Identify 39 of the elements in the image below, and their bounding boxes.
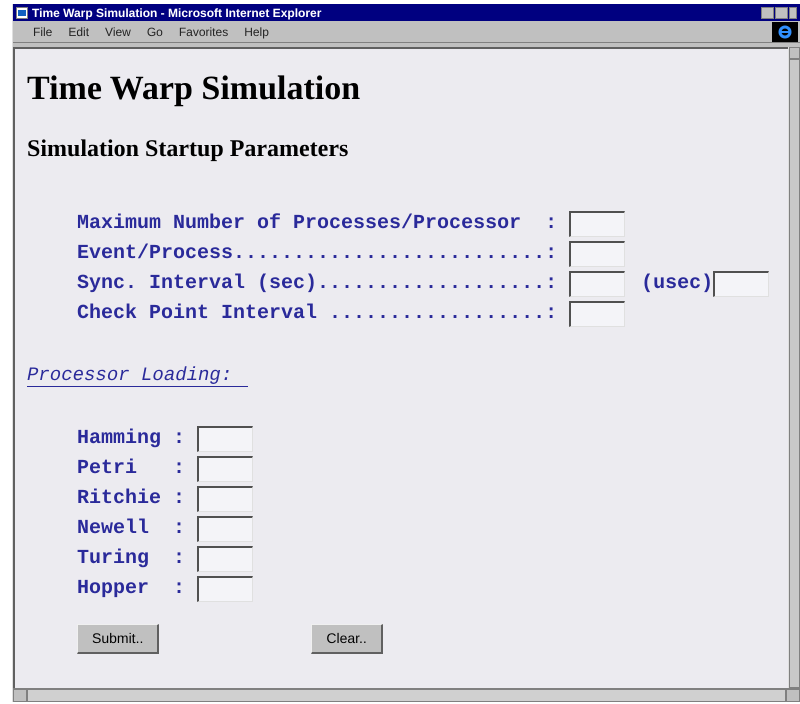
field-label: Check Point Interval ..................:	[77, 302, 558, 326]
input-field[interactable]	[197, 426, 254, 452]
submit-button[interactable]: Submit..	[77, 624, 160, 654]
input-field[interactable]	[197, 516, 254, 542]
section-heading: Processor Loading:	[27, 364, 248, 387]
field-label: Turing :	[77, 546, 186, 570]
field-label: Petri :	[77, 456, 186, 480]
minimize-button[interactable]	[761, 6, 774, 18]
input-field[interactable]	[197, 546, 254, 572]
input-field[interactable]	[197, 456, 254, 482]
clear-button[interactable]: Clear..	[311, 624, 383, 654]
input-field[interactable]	[569, 211, 626, 237]
input-field[interactable]	[569, 271, 626, 297]
input-field[interactable]	[569, 241, 626, 267]
input-field[interactable]	[713, 271, 770, 297]
field-label: Ritchie :	[77, 486, 186, 510]
field-label: Hopper :	[77, 576, 186, 600]
window-title: Time Warp Simulation - Microsoft Internet Explorer	[32, 4, 322, 22]
browser-icon	[16, 6, 28, 18]
field-label: Maximum Number of Processes/Processor :	[77, 212, 558, 236]
menu-item[interactable]: Edit	[68, 22, 90, 40]
menu-item[interactable]: Help	[244, 22, 269, 40]
field-label: Newell :	[77, 516, 186, 540]
field-label: Hamming :	[77, 426, 186, 450]
field-label: Sync. Interval (sec)...................:	[77, 272, 558, 296]
page-subtitle: Simulation Startup Parameters	[27, 135, 350, 164]
field-label: Event/Process..........................:	[77, 242, 558, 266]
close-button[interactable]	[789, 6, 797, 18]
input-field[interactable]	[197, 576, 254, 602]
page-title: Time Warp Simulation	[27, 69, 362, 109]
menu-item[interactable]: Go	[146, 22, 163, 40]
menu-item[interactable]: File	[33, 22, 52, 40]
menu-item[interactable]: View	[105, 22, 131, 40]
input-field[interactable]	[569, 301, 626, 327]
field-label: (usec)	[641, 272, 714, 296]
menu-item[interactable]: Favorites	[178, 22, 228, 40]
maximize-button[interactable]	[775, 6, 788, 18]
browser-logo-icon	[772, 22, 798, 42]
input-field[interactable]	[197, 486, 254, 512]
